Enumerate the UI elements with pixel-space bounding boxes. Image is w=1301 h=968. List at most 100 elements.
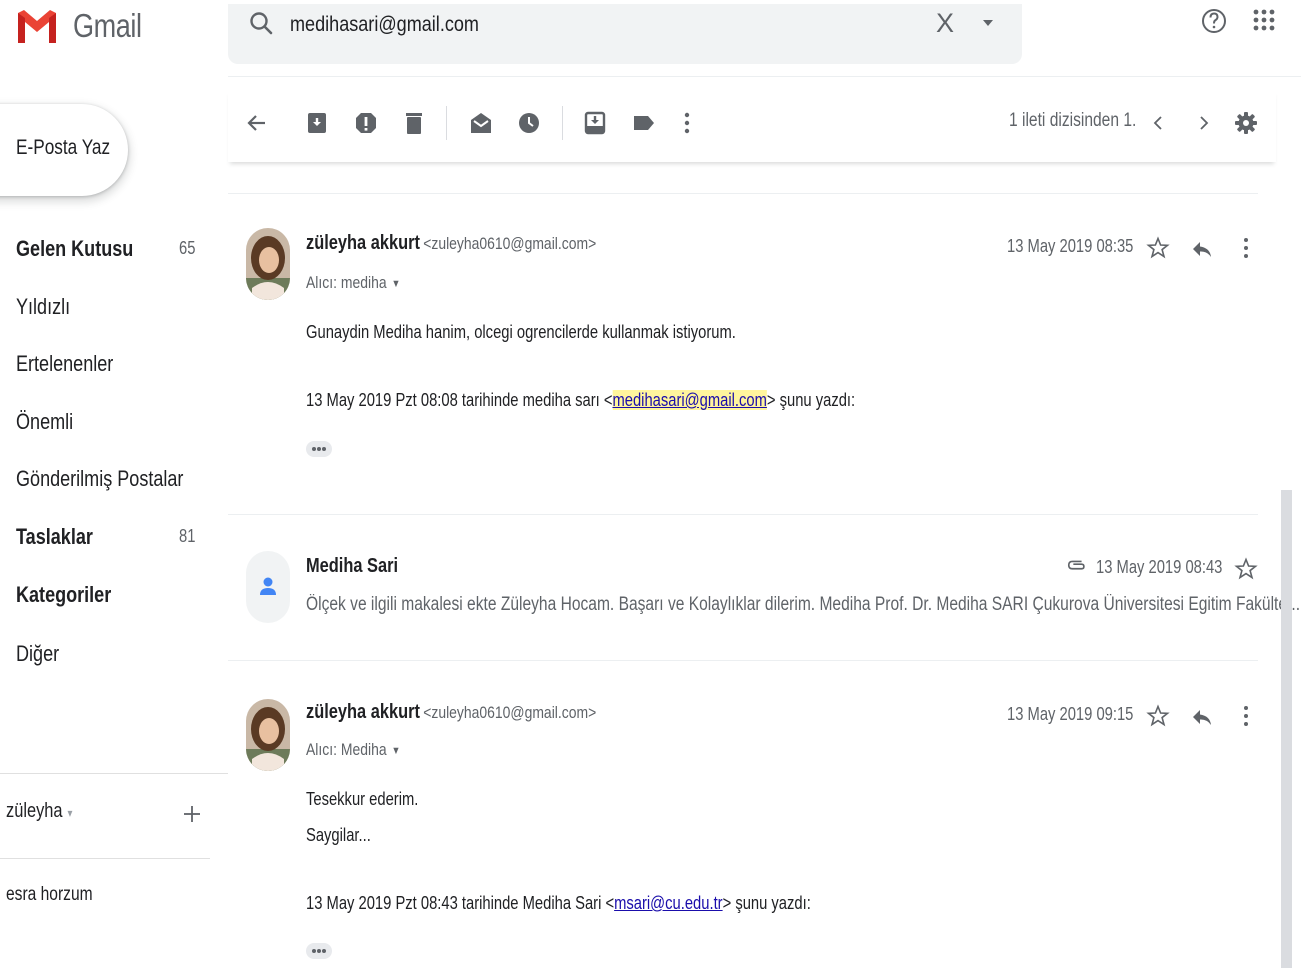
search-bar: X	[228, 4, 1022, 64]
more-vert-icon[interactable]	[674, 110, 700, 136]
sidebar-item-label: Önemli	[16, 409, 74, 434]
quote-email-link[interactable]: medihasari@gmail.com	[612, 390, 767, 410]
sidebar-item-label: Gelen Kutusu	[16, 236, 134, 261]
quote-prefix: 13 May 2019 Pzt 08:08 tarihinde mediha s…	[306, 390, 613, 410]
quote-suffix: > şunu yazdı:	[722, 893, 811, 913]
reply-icon[interactable]	[1190, 705, 1214, 729]
recipient-details[interactable]: Alıcı: Mediha ▼	[306, 740, 400, 760]
sender-photo	[246, 228, 290, 300]
chevron-down-icon: ▾	[67, 806, 73, 820]
star-icon[interactable]	[1146, 236, 1170, 260]
scrollbar-thumb[interactable]	[1281, 490, 1292, 968]
message-body-line: Saygilar...	[306, 825, 371, 845]
sidebar-item-label: Taslaklar	[16, 524, 93, 549]
star-icon[interactable]	[1234, 557, 1258, 581]
sender-name-text: züleyha akkurt	[306, 232, 420, 254]
delete-icon[interactable]	[401, 110, 427, 136]
sender-email: <zuleyha0610@gmail.com>	[423, 234, 597, 253]
sender-email: <zuleyha0610@gmail.com>	[423, 703, 597, 722]
compose-label: E-Posta Yaz	[16, 136, 111, 159]
quote-header: 13 May 2019 Pzt 08:08 tarihinde mediha s…	[306, 390, 855, 411]
sidebar-item-important[interactable]: Önemli	[16, 405, 206, 441]
sender-name-text: züleyha akkurt	[306, 701, 420, 723]
sidebar-item-count: 65	[179, 238, 196, 258]
message-snippet: Ölçek ve ilgili makalesi ekte Züleyha Ho…	[306, 594, 1301, 615]
search-icon[interactable]	[248, 10, 276, 38]
sidebar-item-count: 81	[179, 526, 196, 546]
show-trimmed-content-button[interactable]	[306, 441, 332, 457]
help-icon[interactable]	[1199, 4, 1229, 38]
chevron-right-icon[interactable]	[1190, 110, 1216, 136]
header-divider	[228, 76, 1301, 77]
message-toolbar: 1 ileti dizisinden 1.	[228, 90, 1276, 162]
quote-header: 13 May 2019 Pzt 08:43 tarihinde Mediha S…	[306, 893, 811, 914]
archive-icon[interactable]	[304, 110, 330, 136]
show-trimmed-content-button[interactable]	[306, 943, 332, 959]
sidebar-item-starred[interactable]: Yıldızlı	[16, 290, 206, 326]
sender-name[interactable]: züleyha akkurt <zuleyha0610@gmail.com>	[306, 232, 596, 255]
message-date: 13 May 2019 08:35	[1007, 236, 1134, 256]
sidebar-item-sent[interactable]: Gönderilmiş Postalar	[16, 462, 206, 498]
gmail-logo[interactable]: Gmail	[16, 4, 157, 48]
avatar[interactable]	[246, 551, 290, 623]
message-body-line: Tesekkur ederim.	[306, 789, 419, 809]
search-input[interactable]	[290, 10, 806, 40]
avatar[interactable]	[246, 228, 290, 300]
apps-icon[interactable]	[1251, 8, 1277, 34]
sidebar-item-label: Ertelenenler	[16, 351, 114, 376]
back-arrow-icon[interactable]	[244, 110, 270, 136]
sidebar-item-more[interactable]: Diğer	[16, 637, 206, 673]
person-icon	[260, 577, 276, 595]
quote-email-link[interactable]: msari@cu.edu.tr	[614, 893, 722, 913]
sender-photo	[246, 699, 290, 771]
sender-name[interactable]: züleyha akkurt <zuleyha0610@gmail.com>	[306, 701, 596, 724]
gmail-wordmark: Gmail	[73, 7, 142, 44]
search-clear-button[interactable]: X	[936, 8, 954, 39]
star-icon[interactable]	[1146, 704, 1170, 728]
search-options-dropdown-icon[interactable]	[981, 16, 995, 30]
report-spam-icon[interactable]	[353, 110, 379, 136]
more-vert-icon[interactable]	[1234, 704, 1258, 728]
reply-icon[interactable]	[1190, 237, 1214, 261]
chevron-down-icon: ▼	[391, 277, 401, 290]
sidebar-item-categories[interactable]: Kategoriler	[16, 578, 206, 614]
sidebar-item-label: Kategoriler	[16, 582, 112, 607]
message-date: 13 May 2019 09:15	[1007, 704, 1134, 724]
hangouts-user-name: züleyha	[6, 800, 63, 822]
move-to-icon[interactable]	[582, 110, 608, 136]
sidebar-item-snoozed[interactable]: Ertelenenler	[16, 347, 206, 383]
settings-icon[interactable]	[1233, 110, 1259, 136]
hangouts-contact[interactable]: esra horzum	[6, 884, 93, 906]
toolbar-divider	[562, 106, 563, 140]
toolbar-divider	[446, 106, 447, 140]
sidebar-item-label: Diğer	[16, 641, 60, 666]
compose-button[interactable]: E-Posta Yaz	[0, 104, 128, 196]
hangouts-user[interactable]: züleyha ▾	[6, 800, 72, 823]
quote-prefix: 13 May 2019 Pzt 08:43 tarihinde Mediha S…	[306, 893, 615, 913]
recipient-details[interactable]: Alıcı: mediha ▼	[306, 273, 400, 293]
snooze-icon[interactable]	[516, 110, 542, 136]
message-expanded: züleyha akkurt <zuleyha0610@gmail.com> Al…	[228, 661, 1258, 968]
sidebar-divider	[0, 773, 228, 774]
recipient-text: Alıcı: mediha	[306, 273, 387, 292]
sidebar-item-label: Gönderilmiş Postalar	[16, 466, 184, 491]
quote-suffix: > şunu yazdı:	[766, 390, 856, 410]
chevron-left-icon[interactable]	[1146, 110, 1172, 136]
message-collapsed[interactable]: Mediha Sari 13 May 2019 08:43 Ölçek ve i…	[228, 515, 1300, 661]
mark-unread-icon[interactable]	[468, 110, 494, 136]
sidebar-item-label: Yıldızlı	[16, 294, 71, 319]
sender-name[interactable]: Mediha Sari	[306, 555, 398, 578]
recipient-text: Alıcı: Mediha	[306, 740, 387, 759]
sidebar-item-inbox[interactable]: Gelen Kutusu 65	[16, 232, 206, 268]
attachment-icon	[1067, 560, 1085, 570]
more-vert-icon[interactable]	[1234, 236, 1258, 260]
avatar[interactable]	[246, 699, 290, 771]
gmail-logo-icon	[18, 10, 56, 43]
sidebar-divider	[0, 858, 210, 859]
pagination-info: 1 ileti dizisinden 1.	[1009, 110, 1137, 131]
message-expanded: züleyha akkurt <zuleyha0610@gmail.com> Al…	[228, 194, 1258, 514]
label-icon[interactable]	[631, 110, 657, 136]
plus-icon[interactable]	[182, 804, 202, 824]
sidebar-item-drafts[interactable]: Taslaklar 81	[16, 520, 206, 556]
message-body-line: Gunaydin Mediha hanim, olcegi ogrenciler…	[306, 322, 736, 342]
